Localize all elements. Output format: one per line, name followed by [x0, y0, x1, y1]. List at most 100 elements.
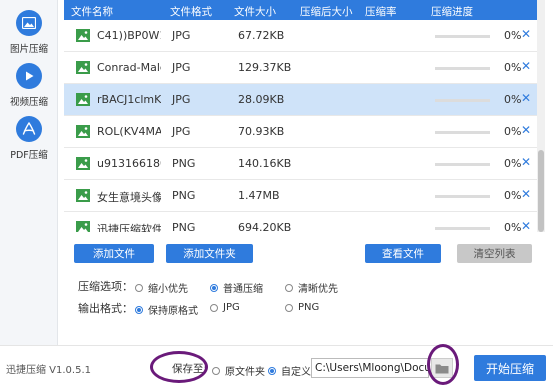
radio-label: 保持原格式 — [148, 306, 198, 317]
header-size: 文件大小 — [234, 6, 276, 18]
file-size: 67.72KB — [238, 29, 285, 42]
progress-percent: 0% — [504, 93, 522, 106]
table-row[interactable]: ROL(KV4MA... JPG 70.93KB 0%✕ — [64, 116, 545, 148]
scrollbar-thumb[interactable] — [538, 150, 544, 232]
radio-dot — [135, 305, 143, 314]
file-name: 女生意境头像_... — [97, 191, 161, 204]
progress-bar — [435, 99, 490, 102]
file-name: ROL(KV4MA... — [97, 125, 161, 138]
radio-original-folder[interactable]: 原文件夹 — [212, 363, 265, 378]
radio-custom-folder[interactable]: 自定义 — [268, 363, 311, 378]
remove-icon[interactable]: ✕ — [521, 219, 531, 232]
file-format: JPG — [172, 29, 191, 42]
header-name: 文件名称 — [71, 6, 113, 18]
progress-bar — [435, 227, 490, 230]
sidebar-item-video[interactable]: 视频压缩 — [0, 63, 58, 108]
save-path-input[interactable]: C:\Users\Mloong\Documents — [311, 358, 429, 378]
radio-clearest[interactable]: 清晰优先 — [285, 280, 338, 295]
radio-dot — [212, 366, 220, 375]
image-file-icon — [76, 29, 90, 42]
remove-icon[interactable]: ✕ — [521, 91, 531, 105]
file-name: Conrad-Mald... — [97, 61, 161, 74]
start-compress-button[interactable]: 开始压缩 — [474, 355, 546, 381]
file-name: u9131661806... — [97, 157, 161, 170]
radio-dot — [285, 303, 293, 312]
table-row[interactable]: u9131661806... PNG 140.16KB 0%✕ — [64, 148, 545, 180]
play-icon — [16, 63, 42, 89]
file-size: 140.16KB — [238, 157, 292, 170]
progress-bar — [435, 195, 490, 198]
file-size: 694.20KB — [238, 221, 292, 232]
sidebar-item-image[interactable]: 图片压缩 — [0, 10, 58, 55]
table-scrollbar[interactable] — [537, 0, 545, 232]
progress-percent: 0% — [504, 61, 522, 74]
add-file-button[interactable]: 添加文件 — [74, 244, 154, 263]
pdf-icon — [16, 116, 42, 142]
table-row[interactable]: Conrad-Mald... JPG 129.37KB 0%✕ — [64, 52, 545, 84]
image-file-icon — [76, 157, 90, 170]
radio-dot — [268, 366, 276, 375]
progress-percent: 0% — [504, 29, 522, 42]
progress-percent: 0% — [504, 189, 522, 202]
sidebar-item-pdf[interactable]: PDF压缩 — [0, 116, 58, 161]
sidebar-item-label: PDF压缩 — [10, 150, 48, 161]
file-format: PNG — [172, 221, 196, 232]
radio-dot — [135, 283, 143, 292]
radio-label: 原文件夹 — [225, 367, 265, 378]
clear-list-button[interactable]: 清空列表 — [457, 244, 532, 263]
browse-folder-button[interactable] — [431, 358, 453, 378]
view-files-button[interactable]: 查看文件 — [365, 244, 441, 263]
image-file-icon — [76, 221, 90, 232]
table-row[interactable]: rBACJ1clmKji... JPG 28.09KB 0%✕ — [64, 84, 545, 116]
radio-label: 缩小优先 — [148, 284, 188, 295]
app-version: 迅捷压缩 V1.0.5.1 — [6, 365, 92, 376]
radio-label: 自定义 — [281, 367, 311, 378]
table-row[interactable]: 迅捷压缩软件... PNG 694.20KB 0%✕ — [64, 212, 545, 232]
image-file-icon — [76, 189, 90, 202]
footer: 迅捷压缩 V1.0.5.1 保存至: 原文件夹 自定义 C:\Users\Mlo… — [0, 345, 553, 385]
remove-icon[interactable]: ✕ — [521, 123, 531, 137]
file-format: JPG — [172, 93, 191, 106]
file-table: 文件名称 文件格式 文件大小 压缩后大小 压缩率 压缩进度 C41))BP0W1… — [64, 0, 545, 232]
progress-bar — [435, 163, 490, 166]
radio-normal[interactable]: 普通压缩 — [210, 280, 263, 295]
file-size: 28.09KB — [238, 93, 285, 106]
remove-icon[interactable]: ✕ — [521, 155, 531, 169]
file-size: 129.37KB — [238, 61, 292, 74]
table-row[interactable]: 女生意境头像_... PNG 1.47MB 0%✕ — [64, 180, 545, 212]
radio-jpg[interactable]: JPG — [210, 302, 240, 313]
add-folder-button[interactable]: 添加文件夹 — [166, 244, 253, 263]
progress-bar — [435, 35, 490, 38]
progress-percent: 0% — [504, 221, 522, 232]
progress-percent: 0% — [504, 125, 522, 138]
image-icon — [16, 10, 42, 36]
progress-bar — [435, 67, 490, 70]
folder-icon — [435, 364, 449, 373]
radio-png[interactable]: PNG — [285, 302, 319, 313]
remove-icon[interactable]: ✕ — [521, 59, 531, 73]
radio-smallest[interactable]: 缩小优先 — [135, 280, 188, 295]
table-row[interactable]: C41))BP0W1Y... JPG 67.72KB 0%✕ — [64, 20, 545, 52]
file-format: PNG — [172, 189, 196, 202]
remove-icon[interactable]: ✕ — [521, 187, 531, 201]
file-format: JPG — [172, 125, 191, 138]
file-name: C41))BP0W1Y... — [97, 29, 161, 42]
sidebar-item-label: 图片压缩 — [9, 44, 48, 55]
file-name: rBACJ1clmKji... — [97, 93, 161, 106]
header-ratio: 压缩率 — [365, 6, 397, 18]
radio-dot — [210, 283, 218, 292]
header-format: 文件格式 — [170, 6, 212, 18]
radio-label: JPG — [223, 302, 240, 313]
file-format: PNG — [172, 157, 196, 170]
radio-label: 清晰优先 — [298, 284, 338, 295]
radio-label: PNG — [298, 302, 320, 313]
file-name: 迅捷压缩软件... — [97, 223, 161, 232]
radio-keep-format[interactable]: 保持原格式 — [135, 302, 198, 317]
remove-icon[interactable]: ✕ — [521, 27, 531, 41]
radio-label: 普通压缩 — [223, 284, 263, 295]
save-to-label: 保存至: — [172, 363, 208, 375]
sidebar: 图片压缩 视频压缩 PDF压缩 — [0, 0, 58, 345]
radio-dot — [210, 303, 218, 312]
progress-bar — [435, 131, 490, 134]
file-size: 1.47MB — [238, 189, 280, 202]
